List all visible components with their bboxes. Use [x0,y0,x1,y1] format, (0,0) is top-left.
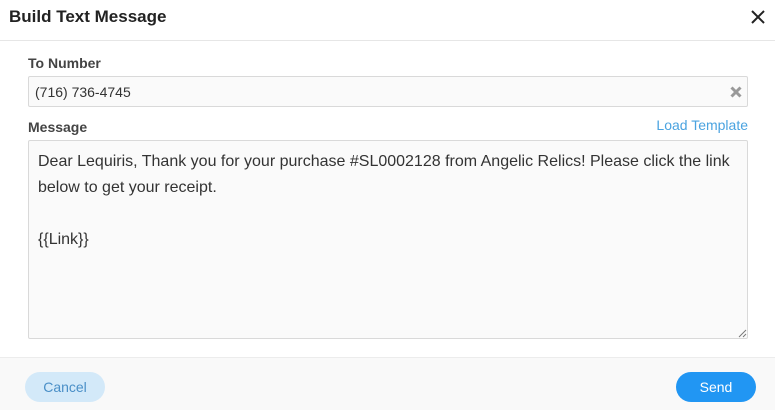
resize-grip-icon[interactable] [737,328,747,338]
dialog-header: Build Text Message [0,0,775,41]
to-number-input[interactable] [29,77,719,106]
send-button[interactable]: Send [676,372,756,402]
to-number-field[interactable] [28,76,748,107]
clear-icon[interactable] [729,85,743,99]
cancel-button[interactable]: Cancel [25,372,105,402]
message-textarea[interactable]: Dear Lequiris, Thank you for your purcha… [28,140,748,339]
dialog-footer: Cancel Send [0,357,775,410]
dialog-title: Build Text Message [9,7,167,26]
load-template-link[interactable]: Load Template [656,117,748,133]
build-text-message-dialog: Build Text Message To Number Message Loa… [0,0,775,410]
close-icon[interactable] [749,8,767,26]
message-label: Message [28,119,88,135]
to-number-label: To Number [28,55,101,71]
